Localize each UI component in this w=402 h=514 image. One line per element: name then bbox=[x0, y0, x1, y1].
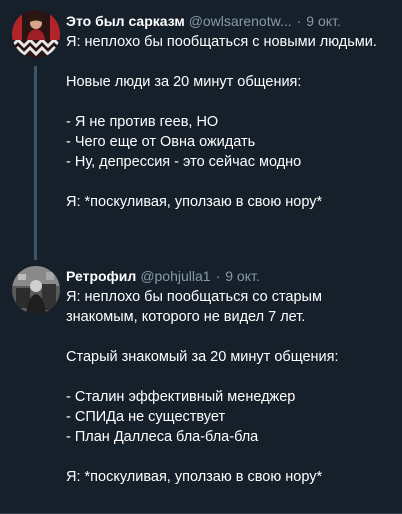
text-line: - План Даллеса бла-бла-бла bbox=[66, 429, 259, 445]
text-line: знакомым, которого не видел 7 лет. bbox=[66, 309, 306, 325]
tweet-date[interactable]: 9 окт. bbox=[225, 266, 260, 286]
author-name[interactable]: Это был сарказм bbox=[66, 11, 185, 31]
text-line: Старый знакомый за 20 минут общения: bbox=[66, 349, 339, 365]
separator-dot: · bbox=[215, 268, 221, 284]
text-line bbox=[66, 447, 394, 467]
tweet-text: Я: неплохо бы пообщаться со старым знако… bbox=[66, 287, 394, 487]
text-line bbox=[66, 367, 394, 387]
avatar[interactable] bbox=[12, 10, 60, 58]
text-line: - Сталин эффективный менеджер bbox=[66, 389, 296, 405]
author-name[interactable]: Ретрофил bbox=[66, 266, 136, 286]
avatar-image bbox=[12, 266, 60, 314]
thread-line bbox=[34, 66, 37, 260]
author-handle[interactable]: @pohjulla1 bbox=[140, 266, 210, 286]
text-line bbox=[66, 52, 394, 72]
text-line: - Я не против геев, НО bbox=[66, 114, 219, 130]
tweet-header: Это был сарказм @owlsarenotw... · 9 окт. bbox=[66, 11, 394, 31]
text-line: Я: *поскуливая, уползаю в свою нору* bbox=[66, 469, 323, 485]
text-line: Новые люди за 20 минут общения: bbox=[66, 74, 302, 90]
text-line bbox=[66, 172, 394, 192]
text-line: Я: *поскуливая, уползаю в свою нору* bbox=[66, 194, 323, 210]
text-line: - СПИДа не существует bbox=[66, 409, 226, 425]
tweet-header: Ретрофил @pohjulla1 · 9 окт. bbox=[66, 266, 394, 286]
text-line bbox=[66, 327, 394, 347]
text-line bbox=[66, 92, 394, 112]
text-line: - Чего еще от Овна ожидать bbox=[66, 134, 256, 150]
separator-dot: · bbox=[296, 13, 302, 29]
tweet[interactable]: Это был сарказм @owlsarenotw... · 9 окт.… bbox=[0, 0, 402, 260]
tweet-date[interactable]: 9 окт. bbox=[306, 11, 341, 31]
text-line: Я: неплохо бы пообщаться с новыми людьми… bbox=[66, 34, 377, 50]
avatar[interactable] bbox=[12, 266, 60, 314]
tweet[interactable]: Ретрофил @pohjulla1 · 9 окт. Я: неплохо … bbox=[0, 250, 402, 514]
text-line: - Ну, депрессия - это сейчас модно bbox=[66, 154, 302, 170]
author-handle[interactable]: @owlsarenotw... bbox=[189, 11, 292, 31]
avatar-image bbox=[12, 10, 60, 58]
text-line: Я: неплохо бы пообщаться со старым bbox=[66, 289, 322, 305]
tweet-text: Я: неплохо бы пообщаться с новыми людьми… bbox=[66, 32, 394, 212]
